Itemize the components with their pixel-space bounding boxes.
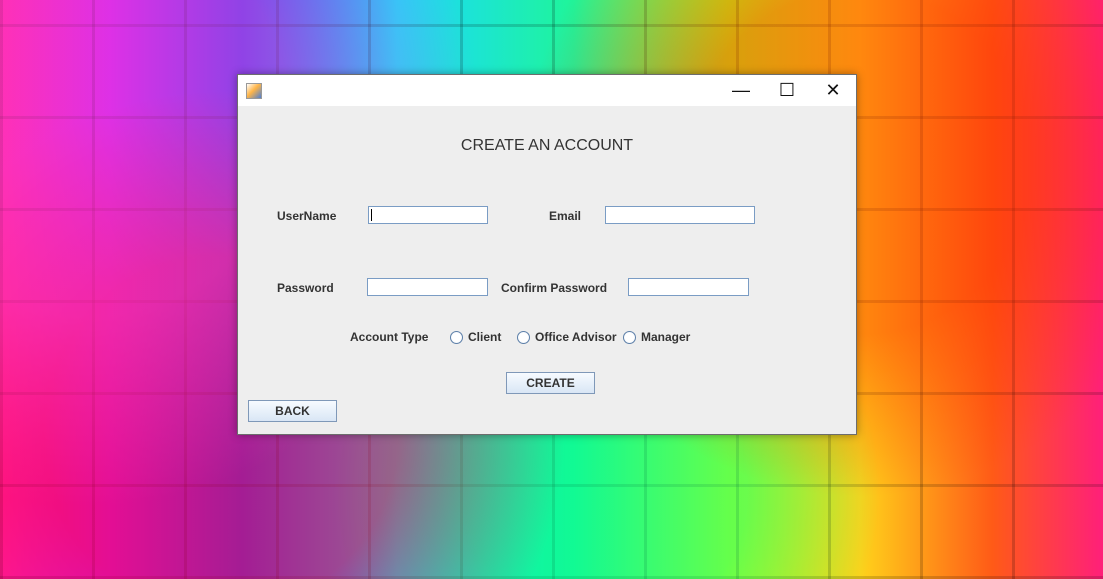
create-button[interactable]: CREATE xyxy=(506,372,595,394)
manager-label: Manager xyxy=(641,330,691,344)
create-account-window: — ☐ ✕ CREATE AN ACCOUNT UserName Email P… xyxy=(237,74,857,435)
window-titlebar[interactable]: — ☐ ✕ xyxy=(238,75,856,106)
client-label: Client xyxy=(468,330,502,344)
manager-radio-option[interactable]: Manager xyxy=(623,330,690,344)
email-label: Email xyxy=(549,209,582,223)
email-field[interactable] xyxy=(605,206,755,224)
form-heading: CREATE AN ACCOUNT xyxy=(460,137,634,154)
close-button[interactable]: ✕ xyxy=(810,75,856,106)
minimize-button[interactable]: — xyxy=(718,75,764,106)
manager-radio[interactable] xyxy=(623,330,636,344)
text-caret xyxy=(371,209,372,221)
username-field[interactable] xyxy=(368,206,488,224)
java-app-icon xyxy=(246,83,262,99)
office-advisor-radio-option[interactable]: Office Advisor xyxy=(517,330,617,344)
confirm-password-field[interactable] xyxy=(628,278,749,296)
back-button[interactable]: BACK xyxy=(248,400,337,422)
client-radio-option[interactable]: Client xyxy=(450,330,501,344)
password-label: Password xyxy=(277,281,334,295)
maximize-button[interactable]: ☐ xyxy=(764,75,810,106)
office-advisor-label: Office Advisor xyxy=(535,330,617,344)
username-label: UserName xyxy=(277,209,337,223)
client-radio[interactable] xyxy=(450,330,463,344)
password-field[interactable] xyxy=(367,278,488,296)
confirm-password-label: Confirm Password xyxy=(501,281,608,295)
account-type-label: Account Type xyxy=(350,330,429,344)
office-advisor-radio[interactable] xyxy=(517,330,530,344)
